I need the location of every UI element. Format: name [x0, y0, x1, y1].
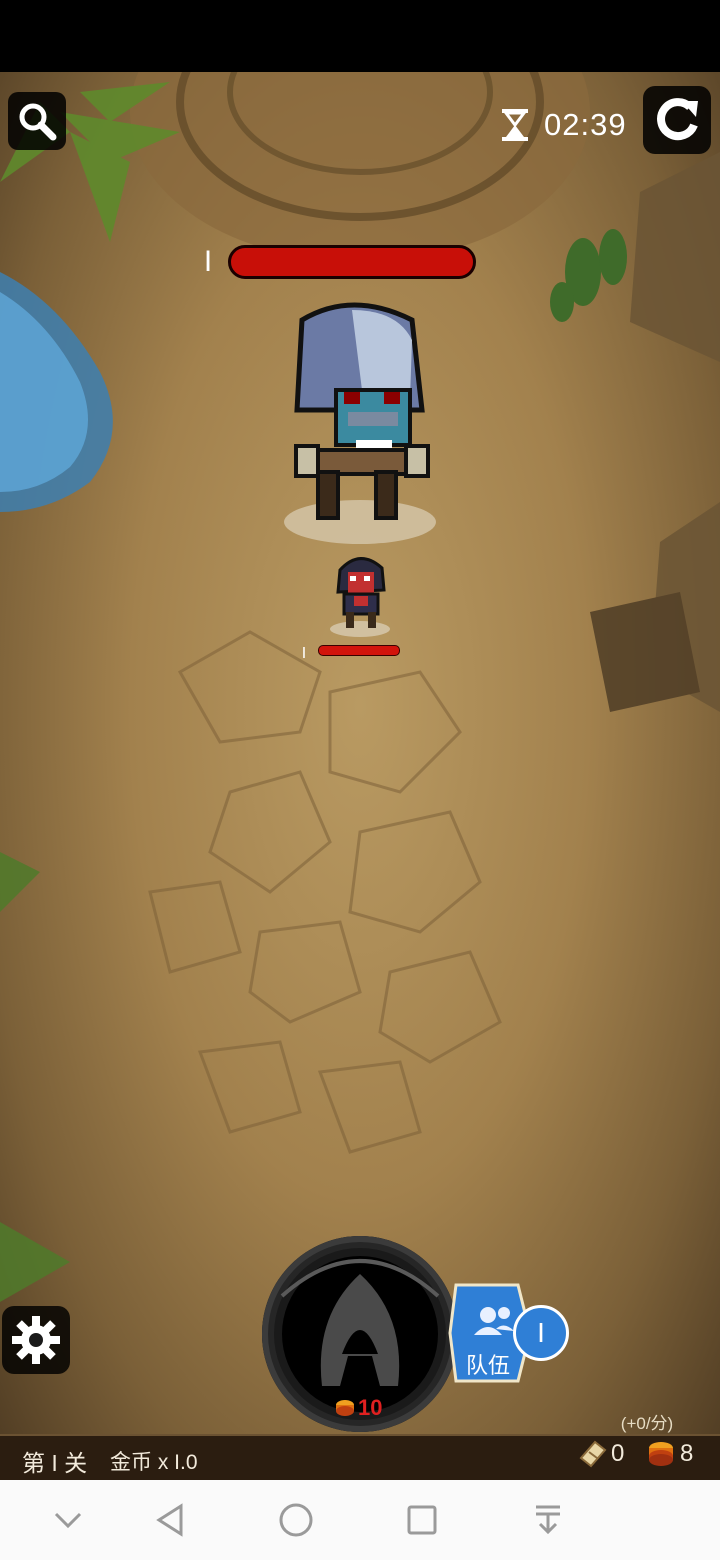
hero-character[interactable]	[330, 550, 390, 632]
gear-icon	[12, 1316, 60, 1364]
nav-recents-button[interactable]	[399, 1497, 445, 1543]
nav-back-button[interactable]	[147, 1497, 193, 1543]
home-circle-icon	[279, 1503, 313, 1537]
status-bar	[0, 0, 720, 72]
boss-health-bar	[228, 245, 476, 279]
hourglass-icon	[502, 109, 528, 141]
recents-square-icon	[407, 1505, 437, 1535]
chevron-down-icon	[54, 1512, 82, 1529]
coin-counter: 8	[646, 1440, 693, 1468]
hero-level: I	[301, 645, 307, 662]
settings-button[interactable]	[2, 1306, 70, 1374]
timer: 02:39	[500, 100, 627, 150]
income-rate: (+0/分)	[620, 1414, 674, 1433]
summon-cost: 10	[334, 1395, 382, 1421]
ticket-icon	[579, 1440, 607, 1468]
coin-multiplier: 金币 x I.0	[110, 1451, 198, 1474]
coin-count: 8	[680, 1440, 694, 1467]
team-count-badge: I	[513, 1305, 569, 1361]
timer-text: 02:39	[544, 107, 627, 142]
search-icon	[19, 103, 57, 141]
coin-stack-icon	[649, 1442, 673, 1466]
summon-cost-value: 10	[358, 1395, 383, 1420]
download-icon	[536, 1505, 560, 1535]
system-nav-bar	[0, 1480, 720, 1560]
hero-health-bar	[318, 645, 400, 656]
nav-home-button[interactable]	[273, 1497, 319, 1543]
boss-level: I	[203, 245, 213, 278]
back-triangle-icon	[156, 1503, 183, 1537]
search-button[interactable]	[8, 92, 66, 150]
stage-label: 第 I 关	[22, 1450, 88, 1476]
ticket-count: 0	[611, 1440, 625, 1467]
team-label: 队伍	[466, 1353, 511, 1378]
ticket-counter: 0	[577, 1440, 624, 1468]
coin-stack-icon	[336, 1400, 354, 1416]
restart-button[interactable]	[643, 86, 711, 154]
nav-collapse-button[interactable]	[45, 1497, 91, 1543]
boss-character[interactable]	[282, 300, 438, 526]
restart-icon	[657, 98, 698, 141]
nav-download-button[interactable]	[525, 1497, 571, 1543]
